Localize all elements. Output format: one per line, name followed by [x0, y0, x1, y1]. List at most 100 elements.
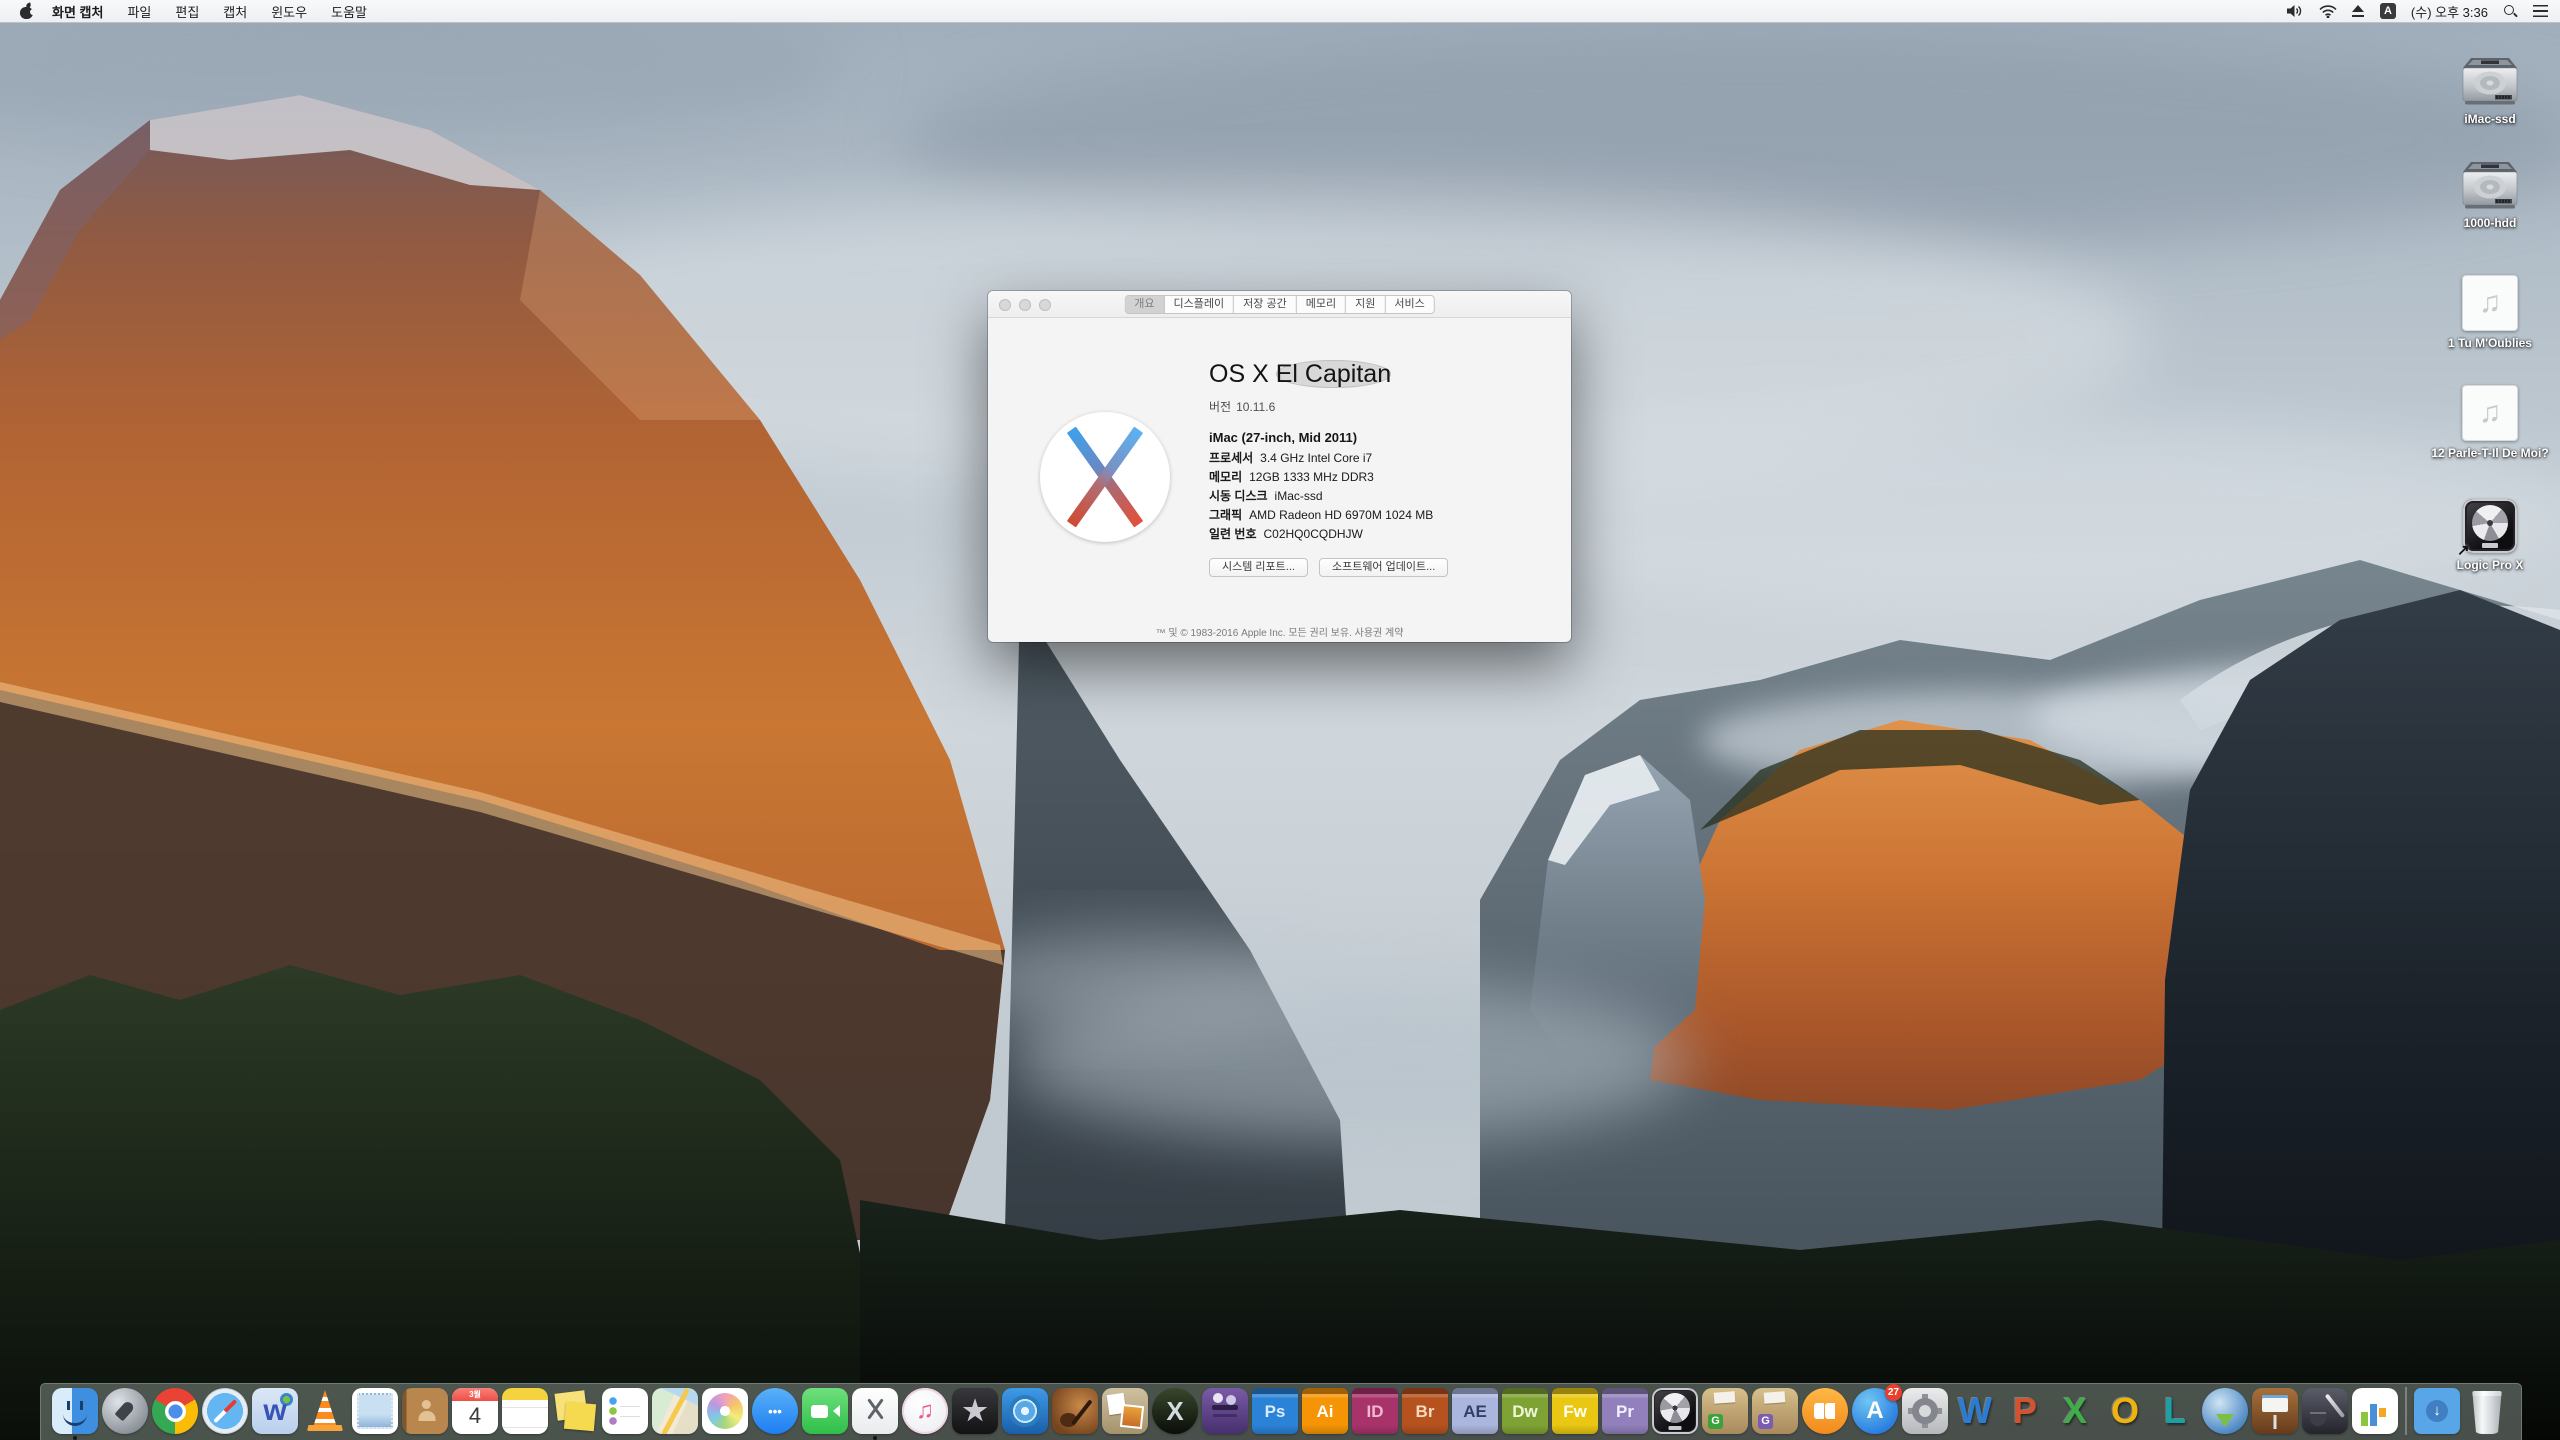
spec-processor: 프로세서3.4 GHz Intel Core i7: [1209, 449, 1433, 468]
music-note-icon: ♫: [2479, 396, 2502, 430]
zoom-button[interactable]: [1039, 299, 1051, 311]
dock-fireworks-icon[interactable]: Fw: [1552, 1388, 1598, 1434]
dock-imovie-icon[interactable]: ★: [952, 1388, 998, 1434]
spec-list: 프로세서3.4 GHz Intel Core i7 메모리12GB 1333 M…: [1209, 449, 1433, 544]
dock-contacts-icon[interactable]: [402, 1388, 448, 1434]
hard-drive-icon: [2459, 159, 2521, 211]
input-source-icon[interactable]: A: [2380, 3, 2396, 19]
spec-startup-disk: 시동 디스크iMac-ssd: [1209, 487, 1433, 506]
menu-file[interactable]: 파일: [127, 2, 151, 21]
dock-reminders-icon[interactable]: [602, 1388, 648, 1434]
window-titlebar[interactable]: 개요 디스플레이 저장 공간 메모리 지원 서비스: [988, 291, 1571, 318]
desktop-icon-1000-hdd-drive[interactable]: 1000-hdd: [2424, 159, 2556, 230]
close-button[interactable]: [999, 299, 1011, 311]
tab-memory[interactable]: 메모리: [1297, 296, 1346, 313]
dock-powerpoint-icon[interactable]: P: [2002, 1388, 2048, 1434]
desktop-icon-label: iMac-ssd: [2464, 112, 2515, 126]
dock-vlc-icon[interactable]: [302, 1388, 348, 1434]
tab-support[interactable]: 지원: [1346, 296, 1385, 313]
os-version: 버전10.11.6: [1209, 398, 1275, 415]
desktop-icon-label: 1000-hdd: [2464, 216, 2517, 230]
desktop-icon-imac-ssd-drive[interactable]: iMac-ssd: [2424, 55, 2556, 126]
tab-overview[interactable]: 개요: [1125, 296, 1164, 313]
dock-finder-icon[interactable]: [52, 1388, 98, 1434]
desktop-icon-label: 1 Tu M'Oublies: [2448, 336, 2532, 350]
menu-capture[interactable]: 캡처: [223, 2, 247, 21]
dock-bridge-icon[interactable]: Br: [1402, 1388, 1448, 1434]
dock-numbers-icon[interactable]: [2352, 1388, 2398, 1434]
dock-trash-icon[interactable]: [2464, 1388, 2510, 1434]
wallpaper-el-capitan: [0, 0, 2560, 1440]
dock-safari-icon[interactable]: [202, 1388, 248, 1434]
dock-photos-icon[interactable]: [702, 1388, 748, 1434]
dock-lync-icon[interactable]: L: [2152, 1388, 2198, 1434]
dock-dropstuff-icon[interactable]: G: [1752, 1388, 1798, 1434]
dock-logic-pro-icon[interactable]: [1652, 1388, 1698, 1434]
tab-service[interactable]: 서비스: [1385, 296, 1433, 313]
minimize-button[interactable]: [1019, 299, 1031, 311]
dock-after-effects-icon[interactable]: AE: [1452, 1388, 1498, 1434]
dock-downloads-folder-icon[interactable]: ↓: [2414, 1388, 2460, 1434]
os-x-logo: [1040, 412, 1170, 542]
dock-x-app-icon[interactable]: X: [1152, 1388, 1198, 1434]
dock-idvd-icon[interactable]: [1002, 1388, 1048, 1434]
hard-drive-icon: [2459, 55, 2521, 107]
dock-itunes-icon[interactable]: ♫: [902, 1388, 948, 1434]
wifi-icon[interactable]: [2319, 5, 2337, 18]
desktop-icon-logic-pro-x-alias[interactable]: ↗Logic Pro X: [2424, 499, 2556, 572]
dock-messages-icon[interactable]: •••: [752, 1388, 798, 1434]
menubar-clock[interactable]: (수) 오후 3:36: [2411, 2, 2488, 21]
active-app-menu[interactable]: 화면 캡처: [52, 2, 103, 21]
dock-pages-icon[interactable]: [2302, 1388, 2348, 1434]
system-report-button[interactable]: 시스템 리포트...: [1209, 558, 1308, 577]
dock-toast-icon[interactable]: [1202, 1388, 1248, 1434]
desktop-icon-audio-file-2[interactable]: ♫12 Parle-T-Il De Moi?: [2424, 385, 2556, 460]
spec-memory: 메모리12GB 1333 MHz DDR3: [1209, 468, 1433, 487]
dock-indesign-icon[interactable]: ID: [1352, 1388, 1398, 1434]
desktop-icon-audio-file-1[interactable]: ♫ 1 Tu M'Oublies: [2424, 275, 2556, 350]
dock-app-store-icon[interactable]: A27: [1852, 1388, 1898, 1434]
dock-illustrator-icon[interactable]: Ai: [1302, 1388, 1348, 1434]
tab-displays[interactable]: 디스플레이: [1165, 296, 1235, 313]
apple-menu-icon[interactable]: [20, 4, 33, 19]
dock-stuffit-expander-icon[interactable]: G: [1702, 1388, 1748, 1434]
dock-chrome-icon[interactable]: [152, 1388, 198, 1434]
dock-ibooks-icon[interactable]: [1802, 1388, 1848, 1434]
dock-maps-icon[interactable]: [652, 1388, 698, 1434]
menu-window[interactable]: 윈도우: [271, 2, 307, 21]
dock-webhard-icon[interactable]: w: [252, 1388, 298, 1434]
volume-icon[interactable]: [2287, 4, 2304, 18]
dock-photoshop-icon[interactable]: Ps: [1252, 1388, 1298, 1434]
dock-system-preferences-icon[interactable]: [1902, 1388, 1948, 1434]
music-note-icon: ♫: [2479, 286, 2502, 320]
dock-facetime-icon[interactable]: [802, 1388, 848, 1434]
menubar-menus: 파일 편집 캡처 윈도우 도움말: [127, 2, 391, 21]
running-indicator: [73, 1436, 77, 1440]
dock-stickies-icon[interactable]: [552, 1388, 598, 1434]
tab-storage[interactable]: 저장 공간: [1234, 296, 1297, 313]
menu-edit[interactable]: 편집: [175, 2, 199, 21]
audio-file-icon: ♫: [2462, 275, 2518, 331]
spotlight-search-icon[interactable]: [2503, 4, 2518, 19]
about-tabs: 개요 디스플레이 저장 공간 메모리 지원 서비스: [1124, 295, 1434, 314]
dock-word-icon[interactable]: W: [1952, 1388, 1998, 1434]
software-update-button[interactable]: 소프트웨어 업데이트...: [1319, 558, 1448, 577]
eject-icon[interactable]: [2352, 5, 2365, 17]
notification-center-icon[interactable]: [2533, 5, 2548, 17]
dock-dreamweaver-icon[interactable]: Dw: [1502, 1388, 1548, 1434]
running-indicator: [873, 1436, 877, 1440]
dock-excel-icon[interactable]: X: [2052, 1388, 2098, 1434]
dock-keynote-icon[interactable]: [2252, 1388, 2298, 1434]
dock-scrapbook-icon[interactable]: [1102, 1388, 1148, 1434]
dock-notes-icon[interactable]: [502, 1388, 548, 1434]
dock-web-downloader-icon[interactable]: [2202, 1388, 2248, 1434]
dock-outlook-icon[interactable]: O: [2102, 1388, 2148, 1434]
dock-premiere-icon[interactable]: Pr: [1602, 1388, 1648, 1434]
dock-grab-icon[interactable]: [852, 1388, 898, 1434]
spec-serial-number: 일련 번호C02HQ0CQDHJW: [1209, 525, 1433, 544]
dock-garageband-icon[interactable]: [1052, 1388, 1098, 1434]
dock-launchpad-icon[interactable]: [102, 1388, 148, 1434]
dock-mail-icon[interactable]: [352, 1388, 398, 1434]
menu-help[interactable]: 도움말: [331, 2, 367, 21]
dock-calendar-icon[interactable]: 3월4: [452, 1388, 498, 1434]
